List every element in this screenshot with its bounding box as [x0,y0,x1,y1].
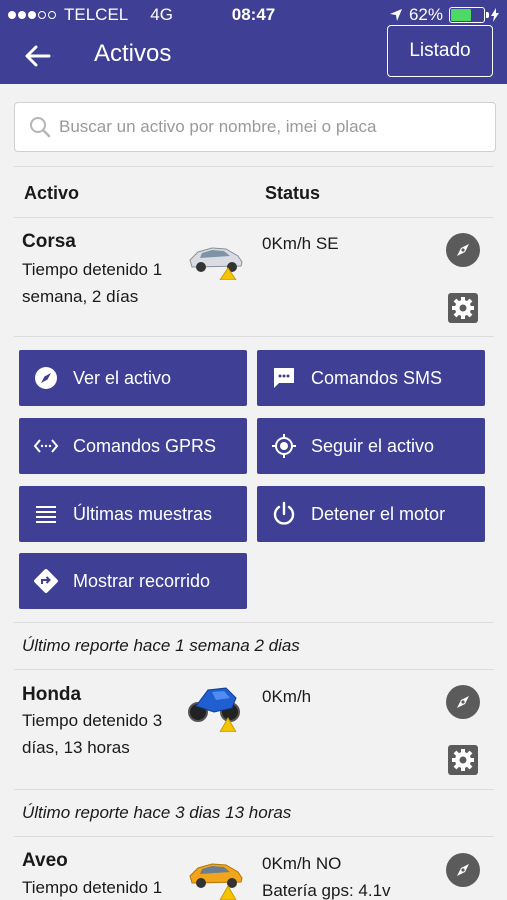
compass-icon [457,864,469,876]
show-route-button[interactable]: Mostrar recorrido [19,553,247,609]
gprs-commands-label: Comandos GPRS [73,435,217,456]
follow-asset-label: Seguir el activo [311,435,435,456]
motorcycle-icon [188,687,240,732]
asset-status: 0Km/h NO [262,854,342,873]
message-icon [274,368,294,388]
charging-icon [491,8,499,22]
navigate-button[interactable] [446,233,480,267]
gprs-commands-button[interactable]: Comandos GPRS [19,418,247,474]
asset-stopped-time: Tiempo detenido 1 [22,878,163,897]
status-bar: TELCEL 4G 08:47 62% [0,0,507,28]
stop-engine-label: Detener el motor [311,503,446,524]
latest-samples-button[interactable]: Últimas muestras [19,486,247,542]
divider [14,166,494,167]
settings-button[interactable] [446,291,480,325]
asset-status: 0Km/h SE [262,234,339,253]
search-input[interactable] [59,117,479,137]
column-header-status: Status [265,183,321,203]
list-icon [36,506,56,523]
compass-icon [457,696,469,708]
divider [14,789,494,790]
arrow-back-icon [25,45,51,67]
navigate-button[interactable] [446,853,480,887]
gps-battery: Batería gps: 4.1v [262,881,391,900]
stop-engine-button[interactable]: Detener el motor [257,486,485,542]
last-report-text: Último reporte hace 3 dias 13 horas [22,803,292,822]
directions-icon [34,569,58,593]
sms-commands-button[interactable]: Comandos SMS [257,350,485,406]
asset-status: 0Km/h [262,687,312,706]
page-title: Activos [94,40,172,67]
view-asset-button[interactable]: Ver el activo [19,350,247,406]
compass-icon [457,244,469,256]
follow-asset-button[interactable]: Seguir el activo [257,418,485,474]
navigate-button[interactable] [446,685,480,719]
last-report-text: Último reporte hace 1 semana 2 dias [22,636,300,655]
crosshair-icon [272,434,296,458]
battery-percent: 62% [408,5,443,24]
asset-name[interactable]: Aveo [22,850,68,872]
asset-stopped-time: Tiempo detenido 1 semana, 2 días [22,260,163,306]
divider [14,622,494,623]
search-icon [30,117,51,138]
listado-button[interactable]: Listado [387,25,493,77]
asset-name[interactable]: Corsa [22,231,76,253]
asset-name[interactable]: Honda [22,684,81,706]
power-icon [273,501,295,525]
back-button[interactable] [20,38,56,74]
gear-icon [448,745,478,775]
gear-icon [448,293,478,323]
car-icon [189,863,243,900]
view-asset-label: Ver el activo [73,367,172,388]
latest-samples-label: Últimas muestras [73,503,213,524]
asset-stopped-time: Tiempo detenido 3 días, 13 horas [22,711,163,757]
battery-icon [449,7,489,23]
divider [14,217,494,218]
location-arrow-icon [389,9,402,21]
divider [14,836,494,837]
search-box[interactable] [14,102,496,152]
compass-icon [35,367,57,389]
show-route-label: Mostrar recorrido [73,570,211,591]
top-bar: Activos Listado [0,25,507,84]
column-header-activo: Activo [24,183,80,203]
divider [14,336,494,337]
sms-commands-label: Comandos SMS [311,367,443,388]
divider [14,669,494,670]
car-icon [189,247,243,280]
code-icon [33,439,59,453]
settings-button[interactable] [446,743,480,777]
